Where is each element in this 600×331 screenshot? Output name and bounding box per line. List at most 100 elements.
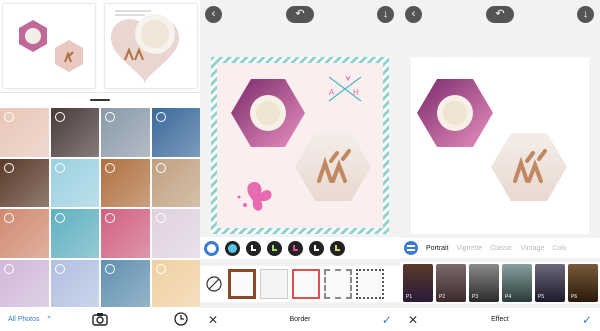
border-editor-screen: ‹ ↶ ↓ A H ✕ Border ✓ <box>200 0 400 331</box>
select-circle-icon[interactable] <box>54 162 65 173</box>
border-option-plain[interactable] <box>260 269 288 299</box>
thumb-label: P2 <box>439 294 446 300</box>
corner-tool-2-icon[interactable] <box>267 240 282 256</box>
select-circle-icon[interactable] <box>105 263 115 274</box>
corner-tool-5-icon[interactable] <box>330 240 345 256</box>
border-option-dotted[interactable] <box>356 269 384 299</box>
thumb-label: P4 <box>505 294 512 300</box>
photo-thumbnail[interactable] <box>0 158 49 207</box>
effect-thumb-p4[interactable]: P4 <box>502 264 532 302</box>
clock-icon[interactable] <box>174 312 188 326</box>
tab-vignette[interactable]: Vignette <box>457 245 483 252</box>
select-circle-icon[interactable] <box>105 213 115 223</box>
back-icon[interactable]: ‹ <box>405 6 422 23</box>
photo-thumbnail[interactable] <box>101 259 150 308</box>
photo-thumbnail[interactable] <box>151 108 200 157</box>
cancel-button[interactable]: ✕ <box>408 313 418 327</box>
border-style-icon[interactable] <box>204 240 219 256</box>
border-tool-row <box>200 237 400 259</box>
effect-editor-screen: ‹ ↶ ↓ Portrait Vignette Classic Vintage … <box>400 0 600 331</box>
photo-thumbnail[interactable] <box>101 158 150 207</box>
download-icon[interactable]: ↓ <box>377 6 394 23</box>
effect-thumb-p3[interactable]: P3 <box>469 264 499 302</box>
drag-handle[interactable] <box>90 99 110 101</box>
select-circle-icon[interactable] <box>54 213 65 223</box>
undo-icon[interactable]: ↶ <box>286 6 314 23</box>
thumb-label: P1 <box>406 294 413 300</box>
select-circle-icon[interactable] <box>155 162 166 173</box>
tool-title: Border <box>289 316 311 323</box>
cancel-button[interactable]: ✕ <box>208 313 218 327</box>
photo-picker-screen: All Photos ^ <box>0 0 200 331</box>
effect-action-bar: ✕ Effect ✓ <box>400 307 600 331</box>
back-icon[interactable]: ‹ <box>205 6 222 23</box>
border-action-bar: ✕ Border ✓ <box>200 307 400 331</box>
photo-thumbnail[interactable] <box>151 158 200 207</box>
border-option-wood[interactable] <box>228 269 256 299</box>
select-circle-icon[interactable] <box>155 112 166 122</box>
album-selector[interactable]: All Photos <box>8 316 40 323</box>
photo-thumbnail[interactable] <box>151 209 200 258</box>
collage-preview <box>0 0 200 93</box>
select-circle-icon[interactable] <box>105 162 115 173</box>
svg-text:A: A <box>329 88 335 97</box>
collage-canvas: A H <box>211 57 389 234</box>
select-circle-icon[interactable] <box>54 263 65 274</box>
top-bar: ‹ ↶ ↓ <box>400 0 600 30</box>
svg-text:H: H <box>353 88 359 97</box>
select-circle-icon[interactable] <box>4 112 14 122</box>
select-circle-icon[interactable] <box>155 263 166 274</box>
preview-page-left <box>3 4 95 88</box>
border-option-red[interactable] <box>292 269 320 299</box>
photo-thumbnail[interactable] <box>50 158 99 207</box>
photo-thumbnail[interactable] <box>101 209 150 258</box>
tab-vintage[interactable]: Vintage <box>521 245 545 252</box>
select-circle-icon[interactable] <box>4 213 14 223</box>
photo-thumbnail[interactable] <box>50 108 99 157</box>
border-option-dashed[interactable] <box>324 269 352 299</box>
camera-icon[interactable] <box>92 312 108 326</box>
thumb-label: P3 <box>472 294 479 300</box>
select-circle-icon[interactable] <box>4 263 14 274</box>
preview-page-right <box>105 4 197 88</box>
effect-thumb-p5[interactable]: P5 <box>535 264 565 302</box>
effect-thumbnails: P1 P2 P3 P4 P5 P6 <box>400 262 600 304</box>
download-icon[interactable]: ↓ <box>577 6 594 23</box>
tab-color[interactable]: Colo <box>552 245 566 252</box>
collage-canvas <box>411 57 589 234</box>
border-options-row <box>200 266 400 302</box>
color-picker-icon[interactable] <box>225 240 240 256</box>
effect-tabs: Portrait Vignette Classic Vintage Colo <box>400 238 600 258</box>
corner-tool-1-icon[interactable] <box>246 240 261 256</box>
select-circle-icon[interactable] <box>54 112 65 122</box>
photo-thumbnail[interactable] <box>50 259 99 308</box>
photo-thumbnail[interactable] <box>0 108 49 157</box>
tab-classic[interactable]: Classic <box>490 245 513 252</box>
effect-category-icon[interactable] <box>404 241 418 255</box>
no-border-icon[interactable] <box>204 274 224 294</box>
thumb-label: P5 <box>538 294 545 300</box>
select-circle-icon[interactable] <box>4 162 14 173</box>
tab-portrait[interactable]: Portrait <box>426 245 449 252</box>
chevron-up-icon[interactable]: ^ <box>48 316 51 323</box>
confirm-button[interactable]: ✓ <box>582 313 592 327</box>
confirm-button[interactable]: ✓ <box>382 313 392 327</box>
tool-title: Effect <box>491 316 509 323</box>
photo-thumbnail[interactable] <box>151 259 200 308</box>
select-circle-icon[interactable] <box>105 112 115 122</box>
top-bar: ‹ ↶ ↓ <box>200 0 400 30</box>
effect-thumb-p6[interactable]: P6 <box>568 264 598 302</box>
effect-thumb-p1[interactable]: P1 <box>403 264 433 302</box>
thumb-label: P6 <box>571 294 578 300</box>
photo-thumbnail[interactable] <box>101 108 150 157</box>
photo-grid <box>0 108 200 308</box>
effect-thumb-p2[interactable]: P2 <box>436 264 466 302</box>
photo-thumbnail[interactable] <box>0 259 49 308</box>
undo-icon[interactable]: ↶ <box>486 6 514 23</box>
photo-thumbnail[interactable] <box>0 209 49 258</box>
corner-tool-4-icon[interactable] <box>309 240 324 256</box>
photo-thumbnail[interactable] <box>50 209 99 258</box>
picker-bottom-bar: All Photos ^ <box>0 307 200 331</box>
corner-tool-3-icon[interactable] <box>288 240 303 256</box>
select-circle-icon[interactable] <box>155 213 166 223</box>
